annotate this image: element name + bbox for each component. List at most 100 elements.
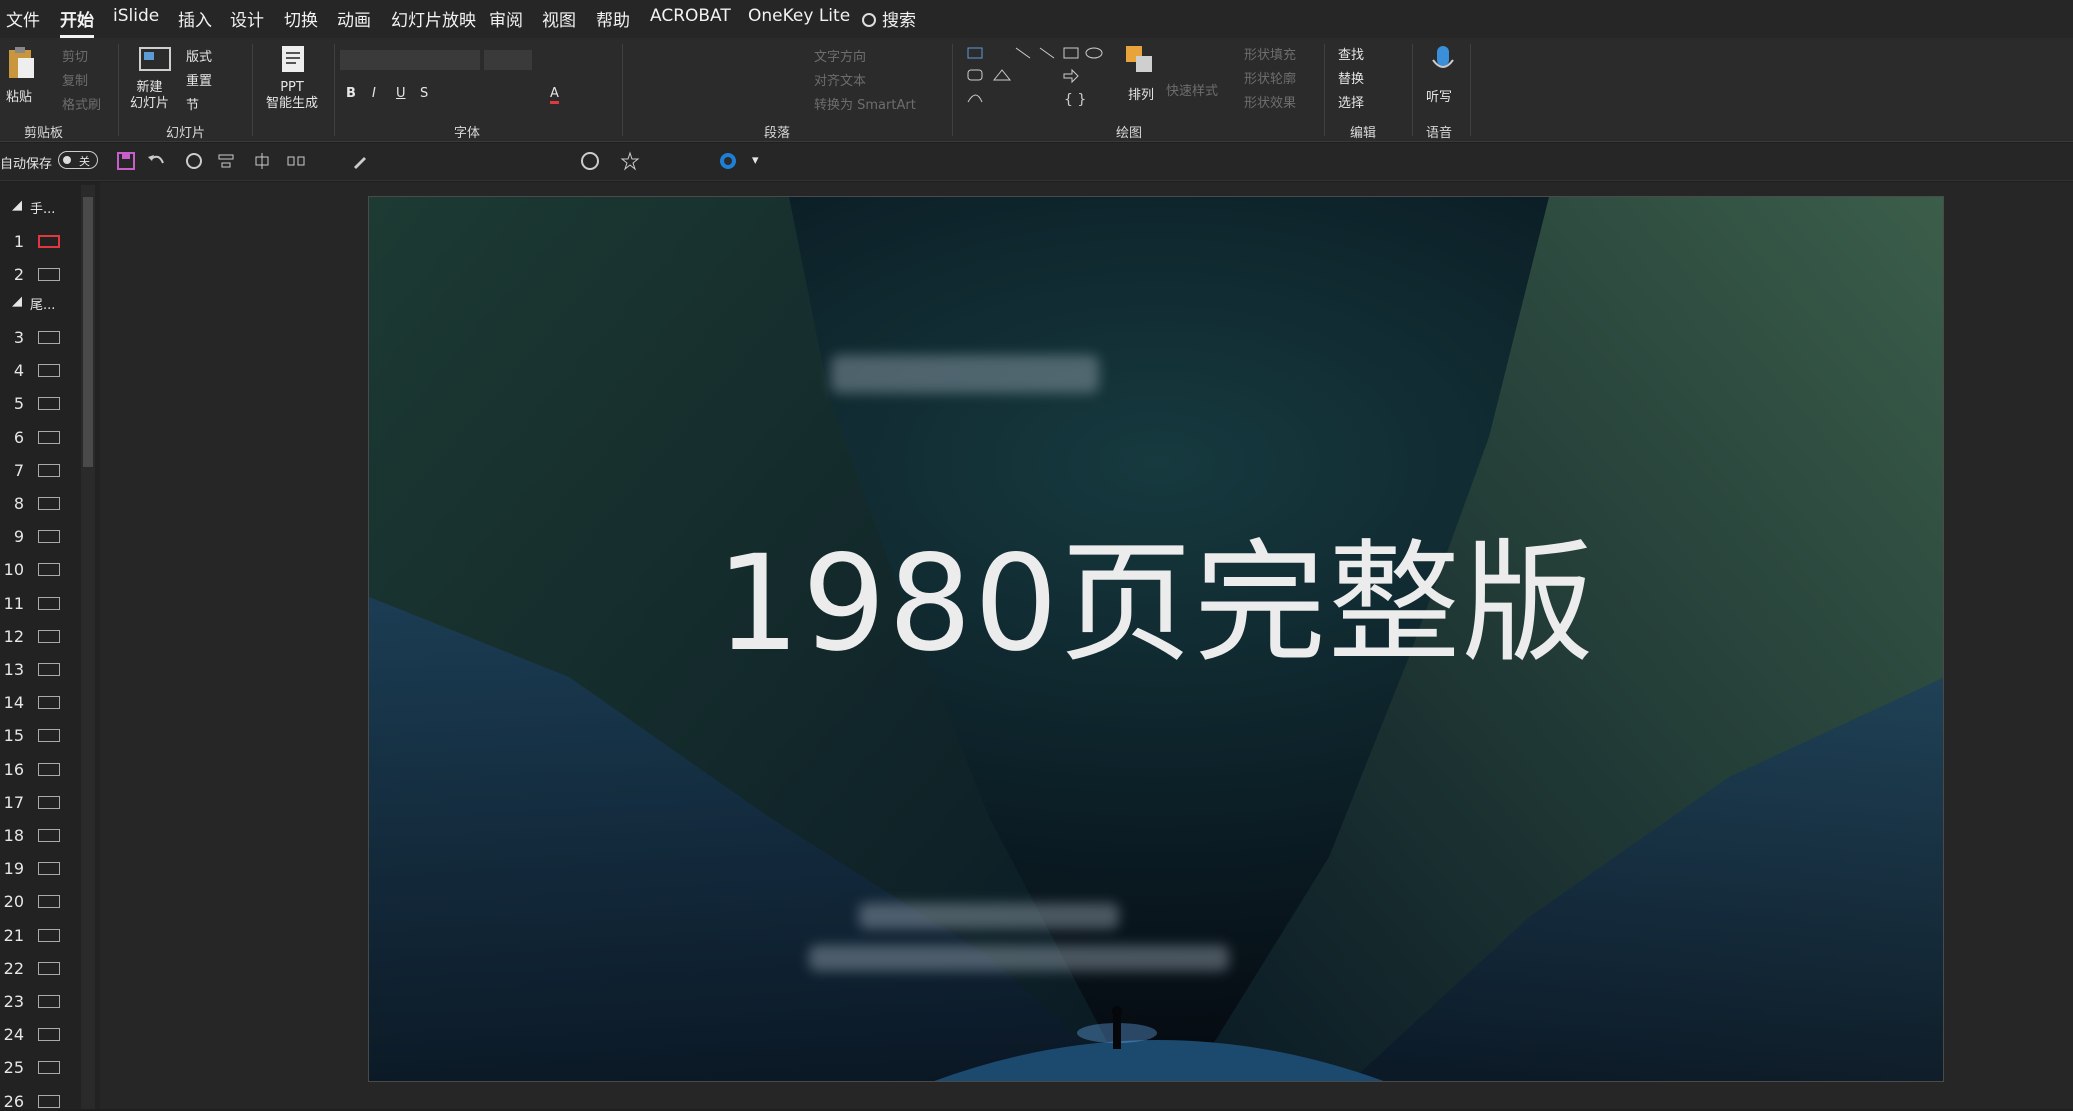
copy-button[interactable]: 复制 [62, 70, 88, 89]
menu-islide[interactable]: iSlide [113, 6, 159, 26]
shape-fill-button[interactable]: 形状填充 [1244, 44, 1296, 63]
menu-slideshow[interactable]: 幻灯片放映 [391, 6, 476, 31]
shape-outline-button[interactable]: 形状轮廓 [1244, 68, 1296, 87]
section-collapse-icon[interactable]: ◢ [12, 198, 22, 213]
text-direction-button[interactable]: 文字方向 [814, 46, 866, 65]
arrange-button[interactable]: 排列 [1124, 44, 1164, 120]
slide-thumbnail[interactable] [38, 795, 60, 809]
dictate-label: 听写 [1426, 90, 1453, 105]
ribbon: 粘贴 剪切 复制 格式刷 剪贴板 新建 幻灯片 版式 重置 节 幻灯片 PPT … [0, 38, 2073, 142]
slide-thumbnail[interactable] [38, 530, 60, 544]
slide-thumbnail[interactable] [38, 829, 60, 842]
thumbnail-number: 16 [3, 759, 24, 779]
select-button[interactable]: 选择 [1338, 92, 1364, 111]
shape-effects-button[interactable]: 形状效果 [1244, 92, 1296, 111]
group-slides: 幻灯片 [166, 126, 206, 141]
find-button[interactable]: 查找 [1338, 44, 1364, 63]
layout-button[interactable]: 版式 [186, 46, 212, 65]
thumbnail-number: 15 [3, 726, 24, 746]
convert-smartart-button[interactable]: 转换为 SmartArt [814, 94, 916, 113]
quick-styles-button[interactable]: 快速样式 [1166, 80, 1218, 99]
font-size-box[interactable] [484, 50, 532, 70]
slide-thumbnail[interactable] [38, 961, 60, 975]
underline-button[interactable]: U [396, 86, 406, 101]
slide-thumbnail[interactable] [38, 1094, 60, 1108]
slide-canvas[interactable]: 1980页完整版 [368, 196, 1944, 1082]
slide-thumbnail[interactable] [38, 497, 60, 510]
align-tool-icon[interactable] [216, 151, 236, 171]
ppt-ai-button[interactable]: PPT 智能生成 [262, 44, 326, 120]
slide-thumbnail[interactable] [38, 729, 60, 743]
section-header-1[interactable]: 手... [30, 198, 55, 217]
redo-icon[interactable] [184, 151, 204, 171]
slide-thumbnail[interactable] [38, 268, 60, 281]
section-collapse-icon[interactable]: ◢ [12, 294, 22, 309]
bold-button[interactable]: B [346, 86, 356, 101]
menu-onekey[interactable]: OneKey Lite [748, 6, 850, 26]
slide-thumbnail[interactable] [38, 1061, 60, 1075]
brush-icon[interactable] [350, 151, 370, 171]
font-color-button[interactable]: A [550, 86, 559, 104]
slide-thumbnail[interactable] [38, 364, 60, 378]
section-button[interactable]: 节 [186, 94, 199, 113]
cut-button[interactable]: 剪切 [62, 46, 88, 65]
slide-thumbnail[interactable] [38, 862, 60, 876]
paste-label: 粘贴 [6, 90, 33, 105]
slide-thumbnail[interactable] [38, 895, 60, 909]
dictate-button[interactable]: 听写 [1424, 44, 1464, 120]
thumbnail-number: 11 [3, 593, 24, 613]
slide-thumbnail[interactable] [38, 430, 60, 444]
color-circle-icon[interactable] [718, 151, 738, 171]
menu-help[interactable]: 帮助 [596, 6, 630, 31]
slide-thumbnail[interactable] [38, 331, 60, 344]
slide-thumbnail[interactable] [38, 928, 60, 942]
slide-thumbnail[interactable] [38, 629, 60, 643]
slide-thumbnail[interactable] [38, 596, 60, 610]
reset-button[interactable]: 重置 [186, 70, 212, 89]
format-painter-button[interactable]: 格式刷 [62, 94, 101, 113]
slide-title[interactable]: 1980页完整版 [369, 497, 1943, 688]
undo-icon[interactable] [146, 151, 166, 171]
menu-home[interactable]: 开始 [60, 6, 94, 38]
autosave-toggle[interactable]: 关 [58, 151, 98, 169]
section-header-2[interactable]: 尾... [30, 294, 55, 313]
align-text-button[interactable]: 对齐文本 [814, 70, 866, 89]
new-slide-button[interactable]: 新建 幻灯片 [130, 44, 180, 120]
menu-animations[interactable]: 动画 [337, 6, 371, 31]
save-icon[interactable] [116, 151, 136, 171]
replace-button[interactable]: 替换 [1338, 68, 1364, 87]
shadow-button[interactable]: S [420, 86, 428, 101]
slide-thumbnail[interactable] [38, 397, 60, 411]
paste-button[interactable]: 粘贴 [6, 46, 40, 116]
slide-thumbnail[interactable] [38, 995, 60, 1008]
menu-design[interactable]: 设计 [230, 6, 264, 31]
menu-review[interactable]: 审阅 [489, 6, 523, 31]
shape-circle-icon[interactable] [580, 151, 600, 171]
slide-thumbnail[interactable] [38, 1028, 60, 1042]
menu-file[interactable]: 文件 [6, 6, 40, 31]
slide-thumbnail[interactable] [38, 235, 60, 248]
slide-thumbnail[interactable] [38, 463, 60, 477]
menu-transitions[interactable]: 切换 [284, 6, 318, 31]
shapes-gallery[interactable]: { } [964, 44, 1114, 114]
blurred-caption-1 [859, 903, 1119, 929]
panel-scrollbar[interactable] [81, 185, 95, 1109]
slide-thumbnail[interactable] [38, 696, 60, 710]
spacing-icon[interactable] [286, 151, 306, 171]
font-name-box[interactable] [340, 50, 480, 70]
slide-thumbnail[interactable] [38, 762, 60, 776]
italic-button[interactable]: I [372, 86, 376, 101]
menu-insert[interactable]: 插入 [178, 6, 212, 31]
scrollbar-thumb[interactable] [83, 197, 93, 467]
distribute-icon[interactable] [252, 151, 272, 171]
thumbnail-number: 9 [13, 527, 24, 547]
menu-acrobat[interactable]: ACROBAT [650, 6, 731, 26]
search-box[interactable]: 搜索 [862, 6, 916, 31]
slide-thumbnail[interactable] [38, 663, 60, 676]
star-icon[interactable] [620, 151, 640, 171]
menu-view[interactable]: 视图 [542, 6, 576, 31]
slide-thumbnail[interactable] [38, 563, 60, 577]
customize-toolbar-icon[interactable]: ▾ [752, 153, 759, 168]
blurred-subtitle [831, 355, 1099, 393]
thumbnail-number: 25 [3, 1058, 24, 1078]
